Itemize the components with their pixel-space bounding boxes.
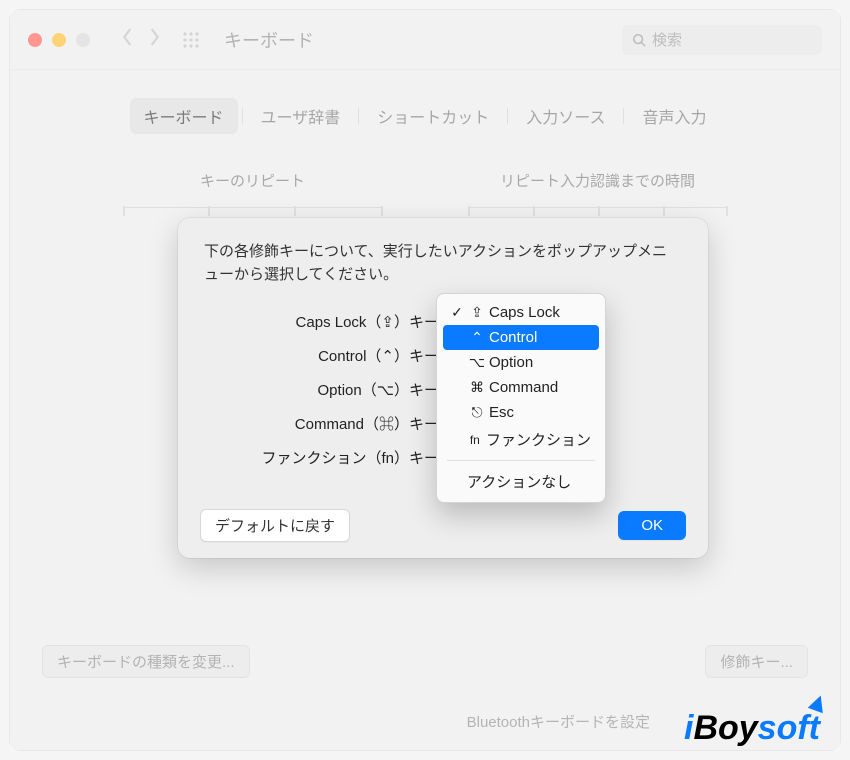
esc-symbol-icon: ⎋ bbox=[467, 404, 487, 421]
fn-label: ファンクション（fn）キー： bbox=[204, 447, 464, 468]
control-label: Control（⌃）キー： bbox=[204, 345, 464, 366]
menu-item-label: Command bbox=[489, 379, 558, 396]
fn-symbol-icon: fn bbox=[466, 433, 484, 447]
menu-item-esc[interactable]: ⎋ Esc bbox=[437, 400, 605, 425]
menu-separator bbox=[447, 460, 595, 461]
command-symbol-icon: ⌘ bbox=[467, 379, 487, 396]
menu-item-command[interactable]: ⌘ Command bbox=[437, 375, 605, 400]
menu-item-fn[interactable]: fn ファンクション bbox=[437, 425, 605, 454]
preferences-window: キーボード 検索 キーボード ユーザ辞書 ショートカット 入力ソース 音声入力 … bbox=[10, 10, 840, 750]
restore-defaults-button[interactable]: デフォルトに戻す bbox=[200, 509, 350, 542]
option-symbol-icon: ⌥ bbox=[467, 354, 487, 371]
menu-item-caps-lock[interactable]: ✓ ⇪ Caps Lock bbox=[437, 300, 605, 325]
option-label: Option（⌥）キー： bbox=[204, 379, 464, 400]
menu-item-label: Option bbox=[489, 354, 533, 371]
menu-item-label: アクションなし bbox=[467, 471, 571, 492]
sheet-footer: デフォルトに戻す OK bbox=[200, 509, 686, 542]
sheet-description: 下の各修飾キーについて、実行したいアクションをポップアップメニューから選択してく… bbox=[204, 240, 682, 287]
watermark-logo: iBoysoft bbox=[684, 709, 820, 748]
menu-item-no-action[interactable]: アクションなし bbox=[437, 467, 605, 496]
caps-lock-symbol-icon: ⇪ bbox=[467, 304, 487, 321]
checkmark-icon: ✓ bbox=[449, 304, 465, 321]
menu-item-option[interactable]: ⌥ Option bbox=[437, 350, 605, 375]
menu-item-label: Caps Lock bbox=[489, 304, 560, 321]
menu-item-label: Control bbox=[489, 329, 537, 346]
control-symbol-icon: ⌃ bbox=[467, 329, 487, 346]
ok-button[interactable]: OK bbox=[618, 511, 686, 540]
menu-item-label: ファンクション bbox=[486, 429, 591, 450]
menu-item-control[interactable]: ⌃ Control bbox=[443, 325, 599, 350]
command-label: Command（⌘）キー： bbox=[204, 413, 464, 434]
menu-item-label: Esc bbox=[489, 404, 514, 421]
action-dropdown-menu: ✓ ⇪ Caps Lock ⌃ Control ⌥ Option ⌘ Comma… bbox=[436, 293, 606, 503]
caps-lock-label: Caps Lock（⇪）キー： bbox=[204, 311, 464, 332]
